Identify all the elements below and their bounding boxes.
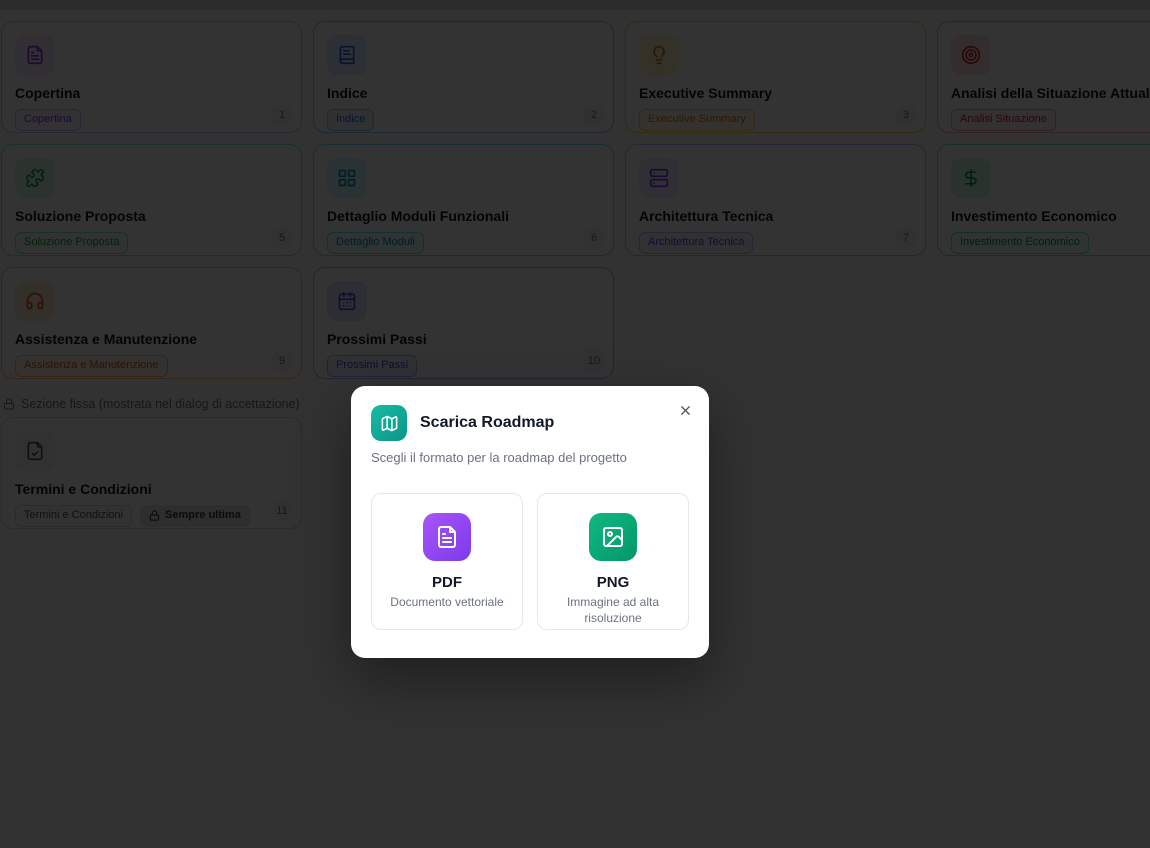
format-option-pdf[interactable]: PDF Documento vettoriale: [371, 493, 523, 630]
modal-title: Scarica Roadmap: [420, 414, 555, 431]
file-text-icon: [423, 513, 471, 561]
format-options: PDF Documento vettoriale PNG Immagine ad…: [371, 493, 689, 630]
map-icon: [371, 405, 407, 441]
modal-header: Scarica Roadmap: [371, 405, 689, 441]
modal-subtitle: Scegli il formato per la roadmap del pro…: [371, 450, 627, 465]
format-label: PDF: [432, 574, 462, 591]
close-icon[interactable]: [674, 399, 696, 421]
image-icon: [589, 513, 637, 561]
format-description: Documento vettoriale: [390, 595, 504, 609]
download-roadmap-modal: Scarica Roadmap Scegli il formato per la…: [351, 386, 709, 658]
format-option-png[interactable]: PNG Immagine ad alta risoluzione: [537, 493, 689, 630]
format-label: PNG: [596, 574, 630, 591]
format-description: Immagine ad alta risoluzione: [566, 595, 660, 626]
